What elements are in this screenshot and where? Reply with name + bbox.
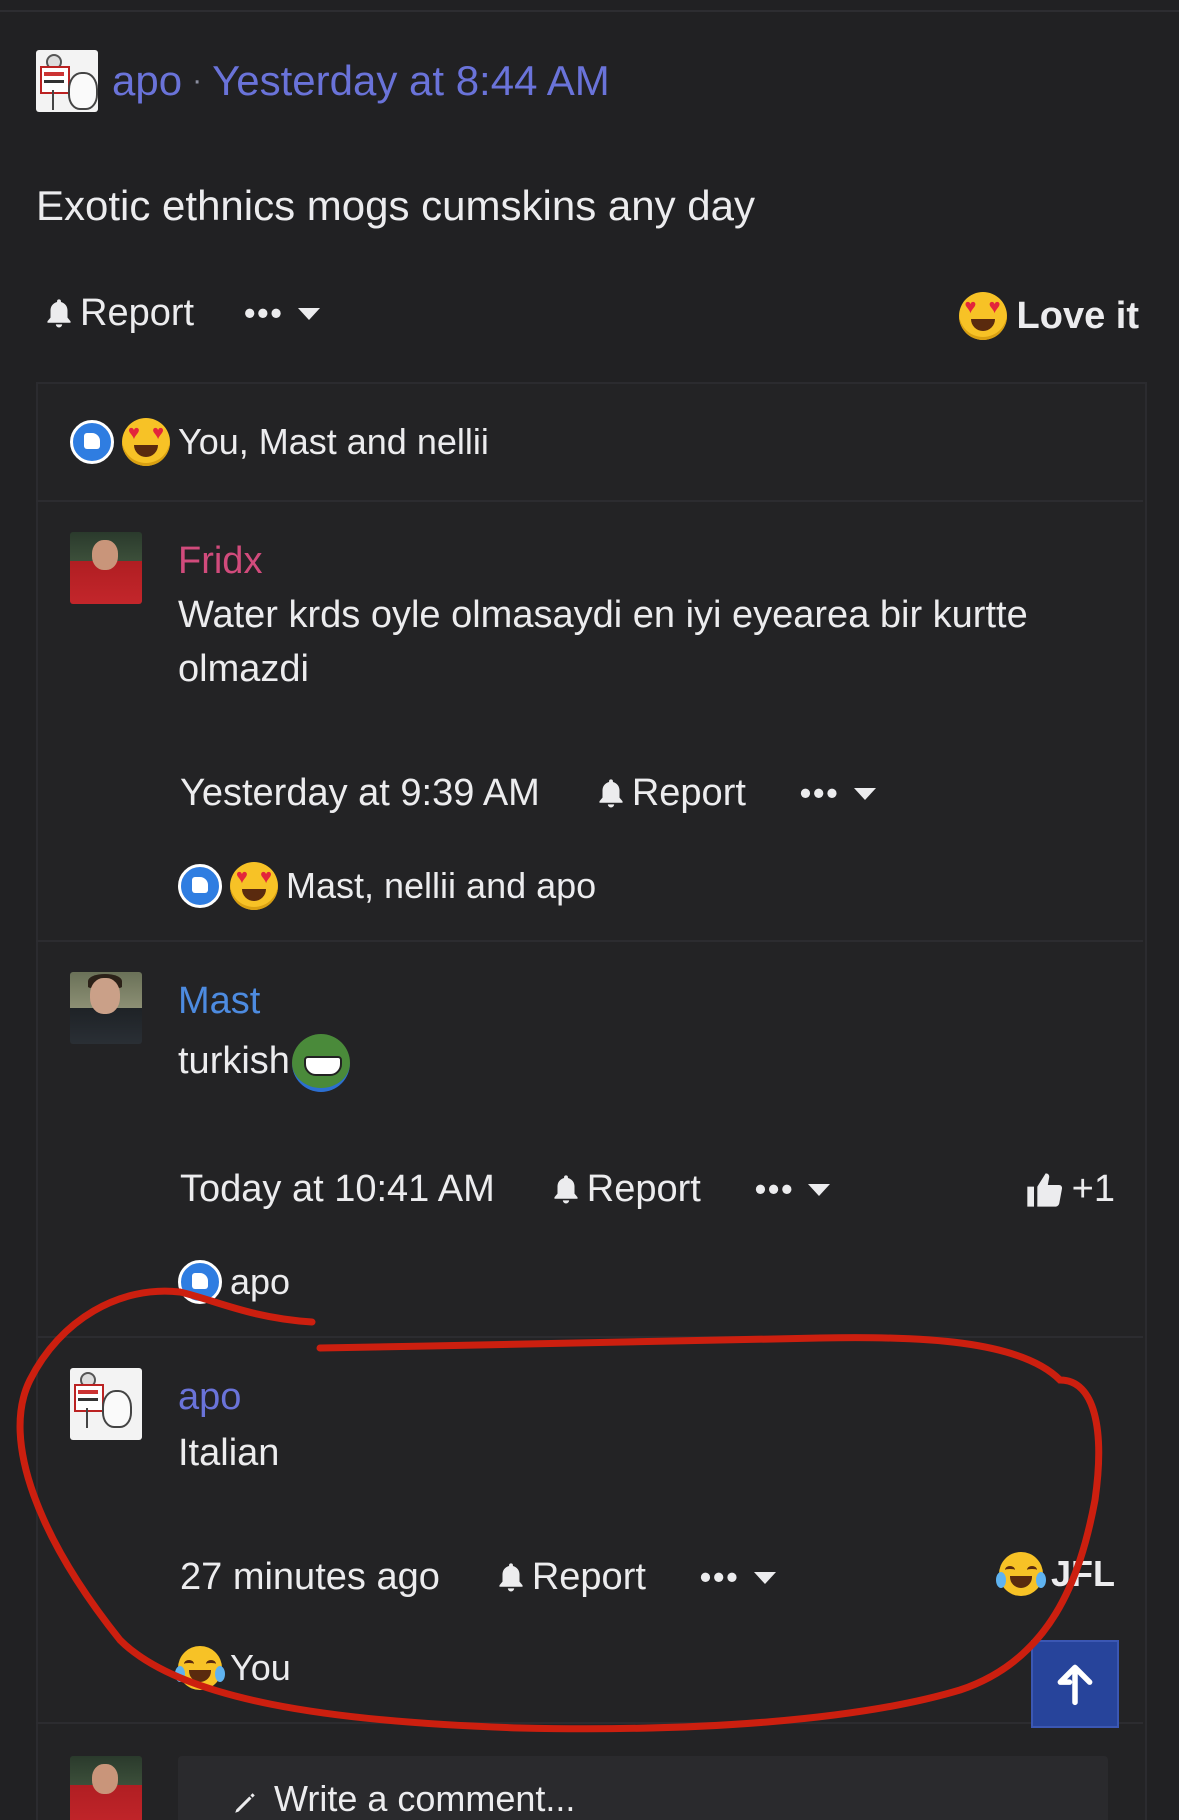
like-icon xyxy=(70,420,114,464)
top-divider xyxy=(0,10,1179,12)
post-author-link[interactable]: apo xyxy=(112,57,182,105)
love-it-button[interactable]: Love it xyxy=(958,292,1139,340)
bell-icon xyxy=(47,298,71,327)
post-reactors: You, Mast and nellii xyxy=(178,421,489,462)
divider xyxy=(36,1722,1143,1724)
comment-composer[interactable]: Write a comment... xyxy=(178,1756,1108,1820)
plus-one-button[interactable]: +1 xyxy=(1024,1168,1115,1211)
jfl-reaction-button[interactable]: JFL xyxy=(995,1552,1115,1596)
more-dots: ••• xyxy=(799,775,840,811)
heart-eyes-emoji xyxy=(958,292,1007,340)
comment-report-button[interactable]: Report xyxy=(496,1556,646,1599)
comment-reactors: Mast, nellii and apo xyxy=(286,865,597,906)
heart-eyes-emoji xyxy=(230,862,278,910)
thumbs-up-icon xyxy=(1027,1172,1062,1207)
love-it-label: Love it xyxy=(1016,294,1139,337)
comment-text: turkish xyxy=(178,1034,1098,1092)
comment-meta: Yesterday at 9:39 AM Report ••• xyxy=(180,772,876,815)
caret-down-icon xyxy=(297,307,320,320)
comment-meta: Today at 10:41 AM Report ••• xyxy=(180,1168,831,1211)
divider xyxy=(36,940,1143,942)
caret-down-icon xyxy=(753,1571,776,1584)
heart-eyes-emoji xyxy=(122,418,170,466)
plus-one-label: +1 xyxy=(1071,1168,1115,1210)
comment-text-content: turkish xyxy=(178,1040,290,1083)
pencil-icon xyxy=(235,1793,255,1813)
post-more-menu[interactable]: ••• xyxy=(244,295,320,332)
comment-reactors: apo xyxy=(230,1261,291,1302)
post-reactions-summary[interactable]: You, Mast and nellii xyxy=(70,418,489,466)
comment-timestamp[interactable]: Today at 10:41 AM xyxy=(180,1168,495,1211)
scroll-to-top-button[interactable] xyxy=(1031,1640,1119,1728)
comment-author-apo[interactable]: apo xyxy=(178,1376,241,1419)
caret-down-icon xyxy=(808,1183,831,1196)
arrow-up-icon xyxy=(1057,1664,1093,1706)
page: apo · Yesterday at 8:44 AM Exotic ethnic… xyxy=(0,0,1179,1820)
meta-separator: · xyxy=(192,64,203,97)
joy-emoji xyxy=(995,1552,1046,1596)
post-report-label: Report xyxy=(80,292,195,334)
comment-report-button[interactable]: Report xyxy=(596,772,746,815)
post-body: Exotic ethnics mogs cumskins any day xyxy=(36,182,755,229)
more-dots: ••• xyxy=(754,1171,795,1207)
apo-avatar[interactable] xyxy=(36,50,98,112)
post-report-button[interactable]: Report xyxy=(44,292,194,335)
comment-reactions-summary[interactable]: You xyxy=(175,1646,291,1690)
comment-more-menu[interactable]: ••• xyxy=(800,775,876,812)
report-label: Report xyxy=(531,1556,646,1598)
post-header: apo · Yesterday at 8:44 AM xyxy=(36,50,610,112)
more-dots: ••• xyxy=(244,295,284,331)
comment-more-menu[interactable]: ••• xyxy=(755,1171,831,1208)
comment-timestamp[interactable]: 27 minutes ago xyxy=(180,1556,440,1599)
joy-emoji xyxy=(175,1646,225,1690)
bell-icon xyxy=(554,1174,578,1203)
divider xyxy=(36,1336,1143,1338)
caret-down-icon xyxy=(853,787,876,800)
comment-meta: 27 minutes ago Report ••• xyxy=(180,1556,776,1599)
comment-more-menu[interactable]: ••• xyxy=(700,1559,776,1596)
more-dots: ••• xyxy=(699,1559,740,1595)
comment-report-button[interactable]: Report xyxy=(551,1168,701,1211)
comment-text: Water krds oyle olmasaydi en iyi eyearea… xyxy=(178,594,1028,690)
comment-text: Italian xyxy=(178,1432,280,1474)
composer-placeholder: Write a comment... xyxy=(274,1778,576,1819)
comment-reactions-summary[interactable]: apo xyxy=(178,1260,290,1304)
bell-icon xyxy=(499,1562,523,1591)
comment-author-mast[interactable]: Mast xyxy=(178,980,260,1023)
comment-reactions-summary[interactable]: Mast, nellii and apo xyxy=(178,862,596,910)
jfl-label: JFL xyxy=(1050,1553,1115,1594)
pepe-emoji xyxy=(291,1034,350,1092)
post-actions: Report ••• xyxy=(44,292,320,335)
comment-reactors: You xyxy=(230,1647,291,1688)
comment-timestamp[interactable]: Yesterday at 9:39 AM xyxy=(180,772,540,815)
comment-author-fridx[interactable]: Fridx xyxy=(178,540,262,583)
mast-avatar[interactable] xyxy=(70,972,142,1044)
like-icon xyxy=(178,864,222,908)
current-user-avatar[interactable] xyxy=(70,1756,142,1820)
post-timestamp-link[interactable]: Yesterday at 8:44 AM xyxy=(212,57,610,105)
report-label: Report xyxy=(631,772,746,814)
fridx-avatar[interactable] xyxy=(70,532,142,604)
divider xyxy=(36,500,1143,502)
apo-avatar[interactable] xyxy=(70,1368,142,1440)
report-label: Report xyxy=(586,1168,701,1210)
bell-icon xyxy=(599,778,623,807)
like-icon xyxy=(178,1260,222,1304)
